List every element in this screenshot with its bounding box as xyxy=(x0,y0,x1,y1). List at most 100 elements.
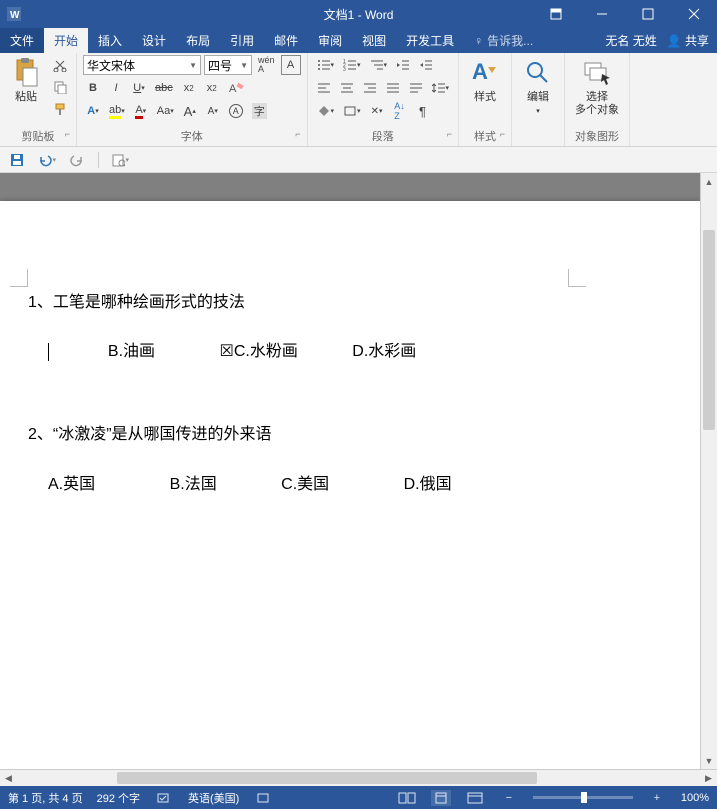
scroll-right-button[interactable]: ▶ xyxy=(700,770,717,786)
zoom-in-button[interactable]: + xyxy=(647,790,667,806)
page-number[interactable]: 第 1 页, 共 4 页 xyxy=(8,790,83,806)
ribbon-tabs: 文件 开始 插入 设计 布局 引用 邮件 审阅 视图 开发工具 ♀告诉我... … xyxy=(0,28,717,53)
tab-mailings[interactable]: 邮件 xyxy=(264,28,308,53)
options-2: A.英国 B.法国 C.美国 D.俄国 xyxy=(28,467,672,502)
find-icon xyxy=(522,57,554,89)
align-right-button[interactable] xyxy=(360,78,380,98)
group-font: 华文宋体▼ 四号▼ wénA A B I U ▾ abc x2 x2 A A ▾… xyxy=(77,53,308,146)
tab-home[interactable]: 开始 xyxy=(44,28,88,53)
italic-button[interactable]: I xyxy=(106,78,126,98)
text-cursor xyxy=(48,343,49,361)
grow-font-button[interactable]: A▴ xyxy=(180,101,200,121)
enclose-char-button[interactable]: A xyxy=(226,101,246,121)
undo-button[interactable]: ▾ xyxy=(38,151,56,169)
numbering-button[interactable]: 123▾ xyxy=(340,55,364,75)
shrink-font-button[interactable]: A▾ xyxy=(203,101,223,121)
vertical-scrollbar[interactable]: ▲ ▼ xyxy=(700,173,717,769)
horizontal-scrollbar[interactable]: ◀ ▶ xyxy=(0,769,717,786)
save-button[interactable] xyxy=(8,151,26,169)
read-mode-button[interactable] xyxy=(397,790,417,806)
styles-button[interactable]: A 样式 xyxy=(465,55,505,127)
asian-layout-button[interactable]: ✕▾ xyxy=(367,101,387,121)
align-justify-button[interactable] xyxy=(383,78,403,98)
font-color-button[interactable]: A ▾ xyxy=(131,101,151,121)
spellcheck-icon[interactable] xyxy=(154,790,174,806)
cut-button[interactable] xyxy=(50,55,70,75)
scroll-thumb[interactable] xyxy=(703,230,715,430)
ribbon-options-button[interactable] xyxy=(533,0,579,28)
paste-button[interactable]: 粘贴 xyxy=(6,55,46,127)
highlight-button[interactable]: ab▾ xyxy=(106,101,128,121)
tell-me[interactable]: ♀告诉我... xyxy=(464,28,543,53)
hscroll-thumb[interactable] xyxy=(117,772,537,784)
user-name[interactable]: 无名 无姓 xyxy=(605,32,656,49)
underline-button[interactable]: U ▾ xyxy=(129,78,149,98)
macro-icon[interactable] xyxy=(253,790,273,806)
font-name-combo[interactable]: 华文宋体▼ xyxy=(83,55,201,75)
print-layout-button[interactable] xyxy=(431,790,451,806)
char-border-button[interactable]: A xyxy=(281,55,301,75)
zoom-slider[interactable] xyxy=(533,796,633,799)
font-size-combo[interactable]: 四号▼ xyxy=(204,55,252,75)
clipboard-dialog-launcher[interactable]: ⌐ xyxy=(65,129,70,139)
font-label: 字体 xyxy=(181,131,203,143)
align-center-button[interactable] xyxy=(337,78,357,98)
line-spacing-button[interactable]: ▾ xyxy=(429,78,453,98)
scroll-up-button[interactable]: ▲ xyxy=(701,173,717,190)
phonetic-guide-button[interactable]: wénA xyxy=(255,55,278,75)
tab-insert[interactable]: 插入 xyxy=(88,28,132,53)
strikethrough-button[interactable]: abc xyxy=(152,78,176,98)
styles-icon: A xyxy=(469,57,501,89)
multilevel-list-button[interactable]: ▾ xyxy=(367,55,391,75)
bullets-button[interactable]: ▾ xyxy=(314,55,338,75)
text-effects-button[interactable]: A ▾ xyxy=(83,101,103,121)
superscript-button[interactable]: x2 xyxy=(202,78,222,98)
maximize-button[interactable] xyxy=(625,0,671,28)
document-area: 1、工笔是哪种绘画形式的技法 B.油画 ☒C.水粉画 D.水彩画 2、“冰激凌”… xyxy=(0,173,717,769)
copy-button[interactable] xyxy=(50,77,70,97)
editing-button[interactable]: 编辑▾ xyxy=(518,55,558,131)
align-distribute-button[interactable] xyxy=(406,78,426,98)
language[interactable]: 英语(美国) xyxy=(188,790,239,806)
select-objects-button[interactable]: 选择 多个对象 xyxy=(571,55,623,127)
borders-button[interactable]: ▾ xyxy=(340,101,364,121)
format-painter-button[interactable] xyxy=(50,99,70,119)
web-layout-button[interactable] xyxy=(465,790,485,806)
ribbon: 粘贴 剪贴板⌐ 华文宋体▼ 四号▼ wénA A B I U ▾ abc x xyxy=(0,53,717,147)
tab-developer[interactable]: 开发工具 xyxy=(396,28,464,53)
align-left-button[interactable] xyxy=(314,78,334,98)
subscript-button[interactable]: x2 xyxy=(179,78,199,98)
tab-review[interactable]: 审阅 xyxy=(308,28,352,53)
page[interactable]: 1、工笔是哪种绘画形式的技法 B.油画 ☒C.水粉画 D.水彩画 2、“冰激凌”… xyxy=(0,201,700,769)
bold-button[interactable]: B xyxy=(83,78,103,98)
char-shading-button[interactable]: 字 xyxy=(249,101,270,121)
paragraph-dialog-launcher[interactable]: ⌐ xyxy=(447,129,452,139)
increase-indent-button[interactable] xyxy=(416,55,436,75)
zoom-level[interactable]: 100% xyxy=(681,792,709,804)
word-count[interactable]: 292 个字 xyxy=(97,790,140,806)
font-dialog-launcher[interactable]: ⌐ xyxy=(295,129,300,139)
clear-format-button[interactable]: A xyxy=(225,78,247,98)
zoom-out-button[interactable]: − xyxy=(499,790,519,806)
group-objects: 选择 多个对象 对象图形 xyxy=(565,53,630,146)
tab-design[interactable]: 设计 xyxy=(132,28,176,53)
redo-button[interactable] xyxy=(68,151,86,169)
tab-layout[interactable]: 布局 xyxy=(176,28,220,53)
scroll-left-button[interactable]: ◀ xyxy=(0,770,17,786)
scroll-down-button[interactable]: ▼ xyxy=(701,752,717,769)
styles-label: 样式 xyxy=(474,131,496,143)
show-marks-button[interactable]: ¶ xyxy=(413,101,433,121)
sort-button[interactable]: A↓Z xyxy=(390,101,410,121)
tab-view[interactable]: 视图 xyxy=(352,28,396,53)
minimize-button[interactable] xyxy=(579,0,625,28)
shading-button[interactable]: ▾ xyxy=(314,101,338,121)
options-1: B.油画 ☒C.水粉画 D.水彩画 xyxy=(28,334,672,369)
tab-references[interactable]: 引用 xyxy=(220,28,264,53)
decrease-indent-button[interactable] xyxy=(393,55,413,75)
styles-dialog-launcher[interactable]: ⌐ xyxy=(500,129,505,139)
share-button[interactable]: 👤 共享 xyxy=(667,32,709,49)
char-scaling-button[interactable]: Aa ▾ xyxy=(154,101,177,121)
preview-button[interactable]: ▾ xyxy=(111,151,129,169)
tab-file[interactable]: 文件 xyxy=(0,28,44,53)
close-button[interactable] xyxy=(671,0,717,28)
